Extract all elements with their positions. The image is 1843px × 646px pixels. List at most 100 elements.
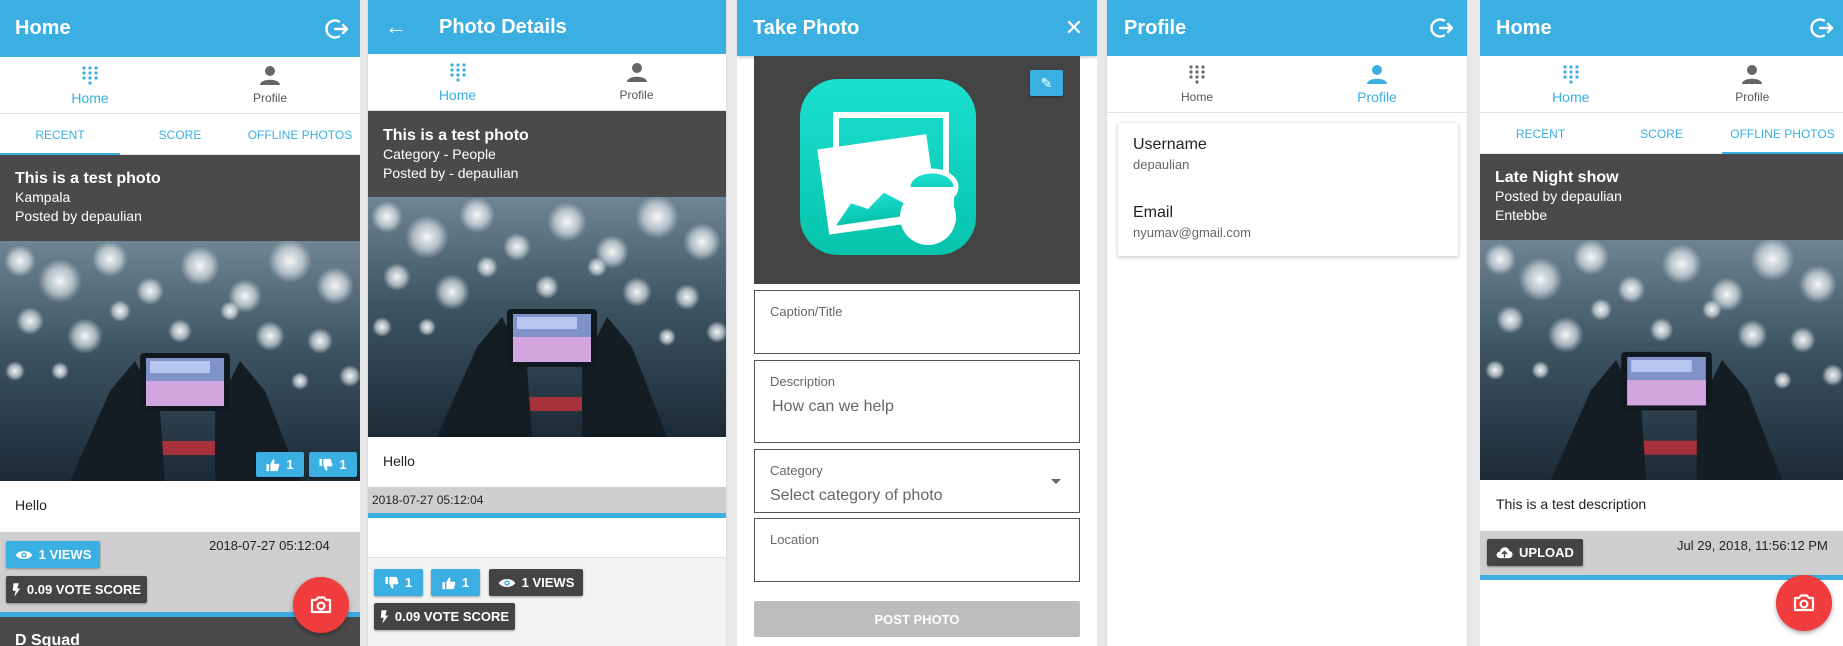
dislike-button[interactable]: 1 [309, 452, 357, 477]
photo-author: Posted by depaulian [1495, 188, 1622, 204]
views-count: 1 VIEWS [521, 575, 575, 590]
tab-score[interactable]: SCORE [1601, 114, 1722, 153]
photo-title: This is a test photo [383, 127, 529, 144]
like-button[interactable]: 1 [256, 452, 304, 477]
tab-offline-label: OFFLINE PHOTOS [1730, 126, 1835, 141]
views-badge: 1 VIEWS [489, 569, 583, 596]
thumb-down-icon [319, 458, 333, 472]
photo-category: Category - People [383, 146, 496, 162]
app-bar: Home [0, 0, 360, 57]
grid-icon [80, 65, 100, 85]
photo-image [368, 197, 726, 437]
nav-home-label: Home [438, 86, 477, 103]
photo-date: 2018-07-27 05:12:04 [209, 538, 330, 553]
nav-home[interactable]: Home [0, 57, 180, 113]
photo-card-header[interactable]: This is a test photo Kampala Posted by d… [0, 155, 360, 241]
photo-image[interactable] [1480, 240, 1843, 480]
screen-home-offline: Home Home Profile RECENT SCORE OFFLINE P… [1480, 0, 1843, 646]
photo-caption: Hello [383, 453, 415, 469]
camera-fab[interactable] [1776, 575, 1832, 631]
email-label: Email [1133, 204, 1174, 221]
description-placeholder: How can we help [772, 398, 894, 415]
person-icon [627, 62, 647, 82]
eye-icon [15, 549, 33, 561]
logout-icon[interactable] [1809, 15, 1835, 41]
nav-home-label: Home [1552, 88, 1590, 105]
vote-score-badge: 0.09 VOTE SCORE [6, 576, 147, 603]
tab-offline-photos[interactable]: OFFLINE PHOTOS [1722, 114, 1843, 154]
bottom-nav: Home Profile [0, 57, 360, 114]
nav-home[interactable]: Home [368, 54, 547, 110]
profile-card: Username depaulian Email nyumav@gmail.co… [1118, 123, 1458, 256]
camera-icon [1792, 591, 1816, 615]
nav-home-label: Home [71, 89, 109, 106]
nav-home[interactable]: Home [1480, 56, 1662, 112]
screen-photo-details: ← Photo Details Home Profile This is a t… [367, 0, 727, 646]
photo-description: This is a test description [1496, 496, 1647, 512]
thumb-up-icon [442, 576, 456, 590]
category-select[interactable]: Category Select category of photo [754, 449, 1080, 513]
photo-preview: ✎ [754, 56, 1080, 284]
dislike-button[interactable]: 1 [374, 569, 423, 596]
photo-caption: Hello [15, 497, 47, 513]
cloud-upload-icon [1496, 546, 1513, 559]
upload-button[interactable]: UPLOAD [1487, 539, 1583, 566]
dislike-count: 1 [404, 575, 413, 590]
photo-card-header[interactable]: Late Night show Posted by depaulian Ente… [1480, 154, 1843, 240]
views-count: 1 VIEWS [38, 547, 92, 562]
photo-date: Jul 29, 2018, 11:56:12 PM [1677, 538, 1828, 553]
thumb-up-icon [266, 458, 280, 472]
person-icon [1742, 64, 1762, 84]
tab-offline-label: OFFLINE PHOTOS [247, 127, 353, 142]
like-count: 1 [461, 575, 470, 590]
tab-offline-photos[interactable]: OFFLINE PHOTOS [240, 115, 360, 154]
app-bar: ← Photo Details [368, 0, 726, 54]
back-arrow-icon[interactable]: ← [384, 14, 408, 39]
location-label: Location [770, 532, 820, 547]
nav-profile[interactable]: Profile [180, 57, 360, 113]
email-value: nyumav@gmail.com [1133, 225, 1251, 240]
nav-profile[interactable]: Profile [1662, 56, 1843, 112]
vote-score: 0.09 VOTE SCORE [394, 609, 510, 624]
page-title: Home [15, 17, 71, 39]
like-button[interactable]: 1 [431, 569, 480, 596]
caption-field[interactable]: Caption/Title [754, 290, 1080, 354]
location-field[interactable]: Location [754, 518, 1080, 582]
bolt-icon [380, 610, 389, 624]
tab-bar: RECENT SCORE OFFLINE PHOTOS [0, 115, 360, 155]
tab-recent[interactable]: RECENT [0, 115, 120, 155]
nav-home[interactable]: Home [1107, 56, 1287, 112]
app-bar: Profile [1107, 0, 1467, 56]
photo-title: Late Night show [1495, 169, 1619, 186]
app-bar: Take Photo ✕ [737, 0, 1097, 56]
photo-location: Entebbe [1495, 207, 1548, 223]
tab-recent[interactable]: RECENT [1480, 114, 1601, 153]
logout-icon[interactable] [1429, 15, 1455, 41]
tab-score[interactable]: SCORE [120, 115, 240, 154]
grid-icon [1187, 64, 1207, 84]
nav-profile-label: Profile [1735, 90, 1770, 104]
tab-score-label: SCORE [158, 127, 202, 142]
nav-home-label: Home [1180, 90, 1213, 104]
photo-image[interactable] [0, 241, 360, 481]
camera-fab[interactable] [293, 577, 349, 633]
post-photo-button[interactable]: POST PHOTO [754, 601, 1080, 637]
description-field[interactable]: Description How can we help [754, 360, 1080, 443]
close-icon[interactable]: ✕ [1063, 15, 1085, 40]
views-badge: 1 VIEWS [6, 541, 100, 568]
username-label: Username [1133, 136, 1207, 153]
person-icon [1367, 64, 1387, 84]
bottom-nav: Home Profile [1480, 56, 1843, 113]
category-label: Category [770, 463, 823, 478]
page-title: Photo Details [439, 15, 567, 38]
bottom-nav: Home Profile [368, 54, 726, 111]
nav-profile[interactable]: Profile [547, 54, 726, 110]
nav-profile[interactable]: Profile [1287, 56, 1467, 112]
logout-icon[interactable] [324, 16, 350, 42]
upload-label: UPLOAD [1519, 545, 1574, 560]
vote-score-badge: 0.09 VOTE SCORE [374, 603, 515, 630]
edit-button[interactable]: ✎ [1030, 70, 1063, 96]
photo-date: 2018-07-27 05:12:04 [372, 493, 484, 507]
bolt-icon [12, 583, 21, 597]
page-title: Profile [1124, 16, 1187, 39]
